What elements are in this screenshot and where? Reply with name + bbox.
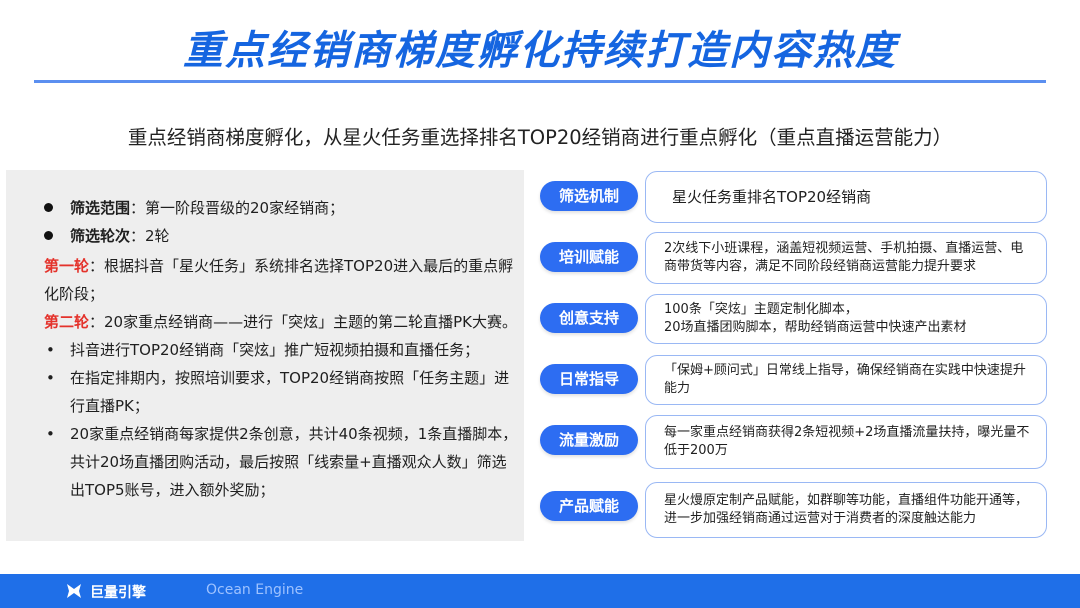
round2-label: 第二轮	[44, 313, 90, 331]
list-item-text: 在指定排期内，按照培训要求，TOP20经销商按照「任务主题」进行直播PK；	[70, 369, 510, 415]
item-box-screening: 星火任务重排名TOP20经销商	[645, 171, 1047, 223]
tag-screening-mechanism: 筛选机制	[540, 181, 638, 211]
bullet-icon: •	[46, 369, 55, 387]
title-divider	[34, 80, 1046, 83]
item-box-training: 2次线下小班课程，涵盖短视频运营、手机拍摄、直播运营、电商带货等内容，满足不同阶…	[645, 232, 1047, 284]
filter-rounds-text: ：2轮	[130, 227, 170, 245]
tag-product-empowerment: 产品赋能	[540, 491, 638, 521]
item-box-traffic: 每一家重点经销商获得2条短视频+2场直播流量扶持，曝光量不低于200万	[645, 415, 1047, 469]
list-item: • 20家重点经销商每家提供2条创意，共计40条视频，1条直播脚本，共计20场直…	[44, 420, 520, 504]
tag-traffic-incentive: 流量激励	[540, 425, 638, 455]
round1-label: 第一轮	[44, 257, 90, 275]
filter-range-item: 筛选范围：第一阶段晋级的20家经销商；	[44, 194, 520, 222]
round2-paragraph: 第二轮：20家重点经销商——进行「突炫」主题的第二轮直播PK大赛。	[44, 308, 520, 336]
footer-bar: 巨量引擎 Ocean Engine	[0, 574, 1080, 608]
bullet-dot-icon	[44, 231, 53, 240]
item-box-creative: 100条「突炫」主题定制化脚本， 20场直播团购脚本，帮助经销商运营中快速产出素…	[645, 294, 1047, 344]
round2-text: ：20家重点经销商——进行「突炫」主题的第二轮直播PK大赛。	[89, 313, 517, 331]
list-item-text: 抖音进行TOP20经销商「突炫」推广短视频拍摄和直播任务；	[70, 341, 480, 359]
list-item: • 抖音进行TOP20经销商「突炫」推广短视频拍摄和直播任务；	[44, 336, 520, 364]
filter-rounds-item: 筛选轮次：2轮	[44, 222, 520, 250]
item-box-guidance: 「保姆+顾问式」日常线上指导，确保经销商在实践中快速提升能力	[645, 355, 1047, 405]
filter-range-label: 筛选范围	[70, 199, 131, 217]
page-title: 重点经销商梯度孵化持续打造内容热度	[183, 28, 897, 74]
tag-creative-support: 创意支持	[540, 303, 638, 333]
round1-paragraph: 第一轮：根据抖音「星火任务」系统排名选择TOP20进入最后的重点孵化阶段；	[44, 252, 520, 308]
page-subtitle: 重点经销商梯度孵化，从星火任务重选择排名TOP20经销商进行重点孵化（重点直播运…	[127, 126, 953, 149]
round1-text: ：根据抖音「星火任务」系统排名选择TOP20进入最后的重点孵化阶段；	[44, 257, 514, 303]
list-item: • 在指定排期内，按照培训要求，TOP20经销商按照「任务主题」进行直播PK；	[44, 364, 520, 420]
bullet-icon: •	[46, 425, 55, 443]
ocean-engine-logo-icon	[67, 584, 81, 598]
bullet-dot-icon	[44, 203, 53, 212]
list-item-text: 20家重点经销商每家提供2条创意，共计40条视频，1条直播脚本，共计20场直播团…	[70, 425, 518, 499]
tag-training: 培训赋能	[540, 242, 638, 272]
filter-rounds-label: 筛选轮次	[70, 227, 131, 245]
bullet-icon: •	[46, 341, 55, 359]
footer-brand-text: 巨量引擎	[90, 585, 146, 601]
tag-daily-guidance: 日常指导	[540, 364, 638, 394]
detail-panel: 筛选范围：第一阶段晋级的20家经销商； 筛选轮次：2轮 第一轮：根据抖音「星火任…	[6, 170, 524, 541]
filter-range-text: ：第一阶段晋级的20家经销商；	[130, 199, 345, 217]
item-box-product: 星火熳原定制产品赋能，如群聊等功能，直播组件功能开通等，进一步加强经销商通过运营…	[645, 482, 1047, 538]
footer-english-text: Ocean Engine	[206, 582, 304, 598]
